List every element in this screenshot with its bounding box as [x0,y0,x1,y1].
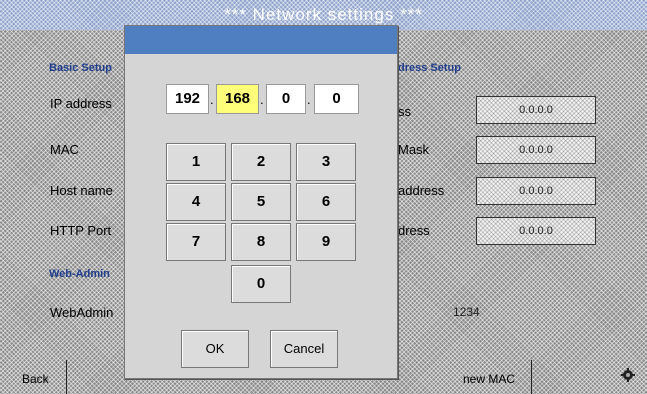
ip-octet-1-field[interactable]: 192 [166,84,209,114]
gear-icon[interactable] [620,367,636,383]
key-0-button[interactable]: 0 [231,265,291,303]
bottom-separator [531,360,532,394]
webadmin-password-value[interactable]: 1234 [453,305,480,319]
key-3-button[interactable]: 3 [296,143,356,181]
subnet-mask-label: Mask [398,142,430,157]
alt-dns-value-field[interactable]: 0.0.0.0 [476,217,596,245]
key-9-button[interactable]: 9 [296,223,356,261]
webadmin-label: WebAdmin [50,305,114,320]
ip-dot-separator: . [260,92,264,107]
screen-title: *** Network settings *** [224,5,423,24]
back-button[interactable]: Back [22,372,49,386]
ip-octet-4-field[interactable]: 0 [314,84,359,114]
gateway-address-label: ss [398,104,411,119]
key-8-button[interactable]: 8 [231,223,291,261]
dialog-title-bar [125,26,397,54]
new-mac-button[interactable]: new MAC [463,372,515,386]
mac-label: MAC [50,142,79,157]
basic-setup-section-label: Basic Setup [49,62,112,74]
key-6-button[interactable]: 6 [296,183,356,221]
ip-address-label: IP address [50,96,112,111]
dns-value-field[interactable]: 0.0.0.0 [476,177,596,205]
web-admin-section-label: Web-Admin [49,268,110,280]
host-name-label: Host name [50,183,113,198]
ip-dot-separator: . [307,92,311,107]
subnet-mask-value-field[interactable]: 0.0.0.0 [476,136,596,164]
cancel-button[interactable]: Cancel [270,330,338,368]
ip-dot-separator: . [210,92,214,107]
dns-address-label: address [398,183,445,198]
key-1-button[interactable]: 1 [166,143,226,181]
key-7-button[interactable]: 7 [166,223,226,261]
ip-octet-2-field[interactable]: 168 [216,84,259,114]
http-port-label: HTTP Port [50,223,112,238]
key-2-button[interactable]: 2 [231,143,291,181]
ip-entry-dialog: 192 . 168 . 0 . 0 1 2 3 4 5 6 7 8 9 0 OK… [124,25,398,379]
ip-octet-3-field[interactable]: 0 [266,84,306,114]
ok-button[interactable]: OK [181,330,249,368]
key-5-button[interactable]: 5 [231,183,291,221]
key-4-button[interactable]: 4 [166,183,226,221]
gateway-value-field[interactable]: 0.0.0.0 [476,96,596,124]
address-setup-section-label: dress Setup [398,62,461,74]
alt-dns-address-label: dress [398,223,430,238]
bottom-separator [66,360,67,394]
